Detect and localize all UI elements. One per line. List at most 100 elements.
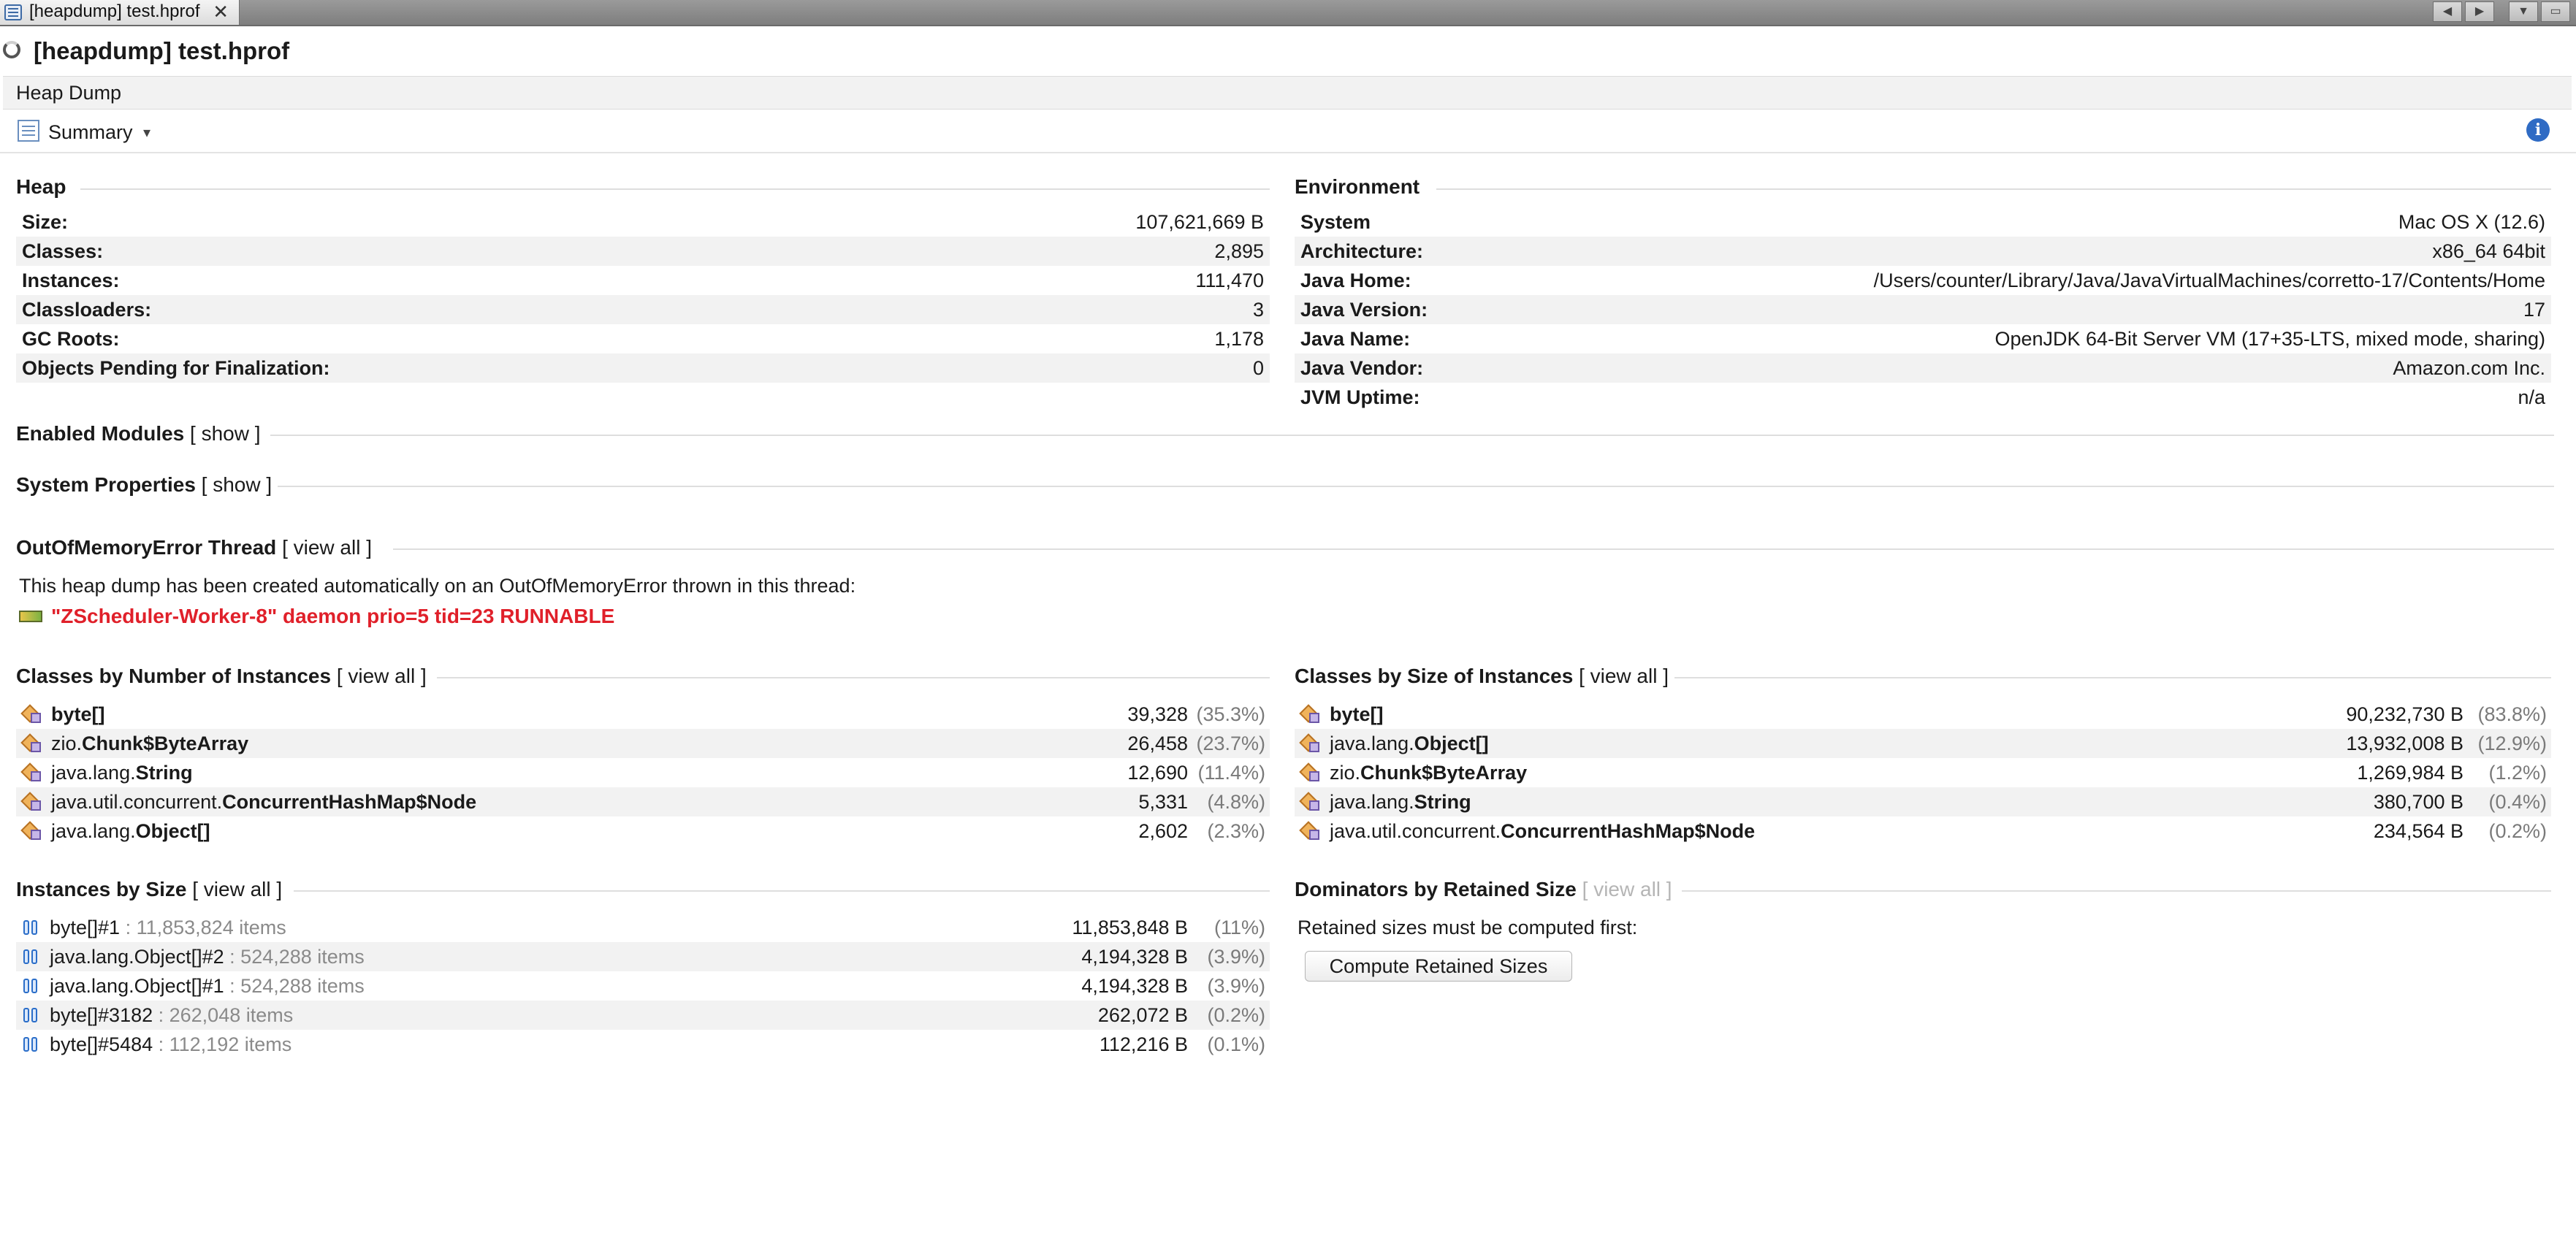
info-row: Classes: 2,895 xyxy=(16,237,1270,266)
class-row[interactable]: byte[] 90,232,730 B (83.8%) xyxy=(1295,700,2551,729)
class-name: java.lang.Object[] xyxy=(1330,729,1489,758)
compute-retained-sizes-button[interactable]: Compute Retained Sizes xyxy=(1305,951,1572,982)
view-selector[interactable]: Summary xyxy=(48,120,133,145)
instance-row[interactable]: byte[]#1 : 11,853,824 items 11,853,848 B (… xyxy=(16,913,1270,942)
info-value: 0 xyxy=(1252,357,1264,379)
class-simple-name: Chunk$ByteArray xyxy=(82,733,249,754)
view-all-instances-link[interactable]: [ view all ] xyxy=(192,878,282,900)
class-row[interactable]: java.lang.Object[] 2,602 (2.3%) xyxy=(16,816,1270,846)
class-simple-name: Chunk$ByteArray xyxy=(1360,762,1528,784)
tab-bar: [heapdump] test.hprof ✕ ◀ ▶ ▼ ▭ xyxy=(0,0,2576,26)
info-value: 2,895 xyxy=(1214,240,1264,262)
classes-by-size-title: Classes by Size of Instances [ view all … xyxy=(1295,665,1669,687)
show-modules-link[interactable]: [ show ] xyxy=(190,422,260,445)
environment-section-title: Environment xyxy=(1295,175,1420,198)
info-label: Architecture: xyxy=(1300,240,1424,262)
close-icon[interactable]: ✕ xyxy=(213,0,229,23)
info-row: System Mac OS X (12.6) xyxy=(1295,207,2551,237)
instance-size: 11,853,848 B xyxy=(1072,917,1188,938)
info-value: 3 xyxy=(1252,299,1264,321)
class-value: 39,328 xyxy=(1127,703,1188,725)
instance-items: : 11,853,824 items xyxy=(120,917,286,938)
maximize-icon[interactable]: ▭ xyxy=(2541,1,2570,22)
oom-thread-title: OutOfMemoryError Thread [ view all ] xyxy=(16,536,372,559)
view-all-classes-by-count-link[interactable]: [ view all ] xyxy=(337,665,427,687)
class-name: zio.Chunk$ByteArray xyxy=(51,729,248,758)
class-package: java.lang. xyxy=(1330,791,1414,813)
class-row[interactable]: zio.Chunk$ByteArray 1,269,984 B (1.2%) xyxy=(1295,758,2551,787)
class-percent: (0.2%) xyxy=(2488,820,2547,842)
info-label: Instances: xyxy=(22,269,120,291)
chevron-down-icon[interactable]: ▾ xyxy=(143,121,150,145)
class-simple-name: Object[] xyxy=(1414,733,1489,754)
divider xyxy=(1436,188,2551,190)
instance-percent: (3.9%) xyxy=(1207,946,1265,968)
info-label: Java Name: xyxy=(1300,328,1411,350)
show-properties-link[interactable]: [ show ] xyxy=(202,473,272,496)
instance-simple-name: byte[]#3182 xyxy=(50,1004,153,1026)
info-label: Java Vendor: xyxy=(1300,357,1424,379)
thread-icon xyxy=(19,611,42,622)
class-value: 1,269,984 B xyxy=(2357,762,2463,784)
info-value: 1,178 xyxy=(1214,328,1264,350)
info-row: Architecture: x86_64 64bit xyxy=(1295,237,2551,266)
class-name: java.lang.String xyxy=(1330,787,1471,816)
class-value: 380,700 B xyxy=(2373,791,2463,813)
instance-items: : 524,288 items xyxy=(224,975,365,997)
divider xyxy=(1682,890,2551,892)
class-percent: (35.3%) xyxy=(1196,703,1265,725)
class-percent: (12.9%) xyxy=(2477,733,2547,754)
class-package: java.util.concurrent. xyxy=(51,791,223,813)
class-row[interactable]: java.lang.String 12,690 (11.4%) xyxy=(16,758,1270,787)
class-value: 13,932,008 B xyxy=(2346,733,2463,754)
instance-row[interactable]: java.lang.Object[]#2 : 524,288 items 4,19… xyxy=(16,942,1270,971)
info-label: GC Roots: xyxy=(22,328,120,350)
instance-name: byte[]#1 : 11,853,824 items xyxy=(50,913,286,942)
class-row[interactable]: java.lang.String 380,700 B (0.4%) xyxy=(1295,787,2551,816)
class-percent: (0.4%) xyxy=(2488,791,2547,813)
instance-items: : 524,288 items xyxy=(224,946,365,968)
instance-name: byte[]#3182 : 262,048 items xyxy=(50,1001,293,1030)
scroll-right-icon[interactable]: ▶ xyxy=(2465,1,2494,22)
class-icon xyxy=(22,705,41,723)
info-row: Instances: 111,470 xyxy=(16,266,1270,295)
info-row: Java Version: 17 xyxy=(1295,295,2551,324)
view-all-dominators-link[interactable]: [ view all ] xyxy=(1582,878,1672,900)
instance-icon xyxy=(23,979,38,995)
instance-row[interactable]: java.lang.Object[]#1 : 524,288 items 4,19… xyxy=(16,971,1270,1001)
info-icon[interactable]: i xyxy=(2526,118,2550,142)
info-value: 111,470 xyxy=(1195,269,1264,291)
class-simple-name: ConcurrentHashMap$Node xyxy=(222,791,477,813)
divider xyxy=(1674,677,2551,678)
view-all-threads-link[interactable]: [ view all ] xyxy=(282,536,372,559)
info-row: Size: 107,621,669 B xyxy=(16,207,1270,237)
class-row[interactable]: zio.Chunk$ByteArray 26,458 (23.7%) xyxy=(16,729,1270,758)
divider xyxy=(294,890,1270,892)
instance-percent: (11%) xyxy=(1213,917,1265,938)
class-simple-name: Object[] xyxy=(135,820,210,842)
class-percent: (4.8%) xyxy=(1207,791,1265,813)
instance-percent: (3.9%) xyxy=(1207,975,1265,997)
class-row[interactable]: java.lang.Object[] 13,932,008 B (12.9%) xyxy=(1295,729,2551,758)
tab-list-icon[interactable]: ▼ xyxy=(2509,1,2538,22)
class-row[interactable]: java.util.concurrent.ConcurrentHashMap$N… xyxy=(16,787,1270,816)
view-all-classes-by-size-link[interactable]: [ view all ] xyxy=(1579,665,1669,687)
info-row: Java Name: OpenJDK 64-Bit Server VM (17+3… xyxy=(1295,324,2551,353)
class-row[interactable]: java.util.concurrent.ConcurrentHashMap$N… xyxy=(1295,816,2551,846)
tab-heapdump[interactable]: [heapdump] test.hprof ✕ xyxy=(0,0,240,25)
retained-sizes-note: Retained sizes must be computed first: xyxy=(1297,917,1638,938)
info-row: Java Vendor: Amazon.com Inc. xyxy=(1295,353,2551,383)
instance-row[interactable]: byte[]#5484 : 112,192 items 112,216 B (0.1… xyxy=(16,1030,1270,1059)
instance-size: 4,194,328 B xyxy=(1081,975,1188,997)
dominators-title: Dominators by Retained Size [ view all ] xyxy=(1295,878,1672,900)
scroll-left-icon[interactable]: ◀ xyxy=(2433,1,2462,22)
class-package: java.lang. xyxy=(51,762,136,784)
class-row[interactable]: byte[] 39,328 (35.3%) xyxy=(16,700,1270,729)
view-selector-bar: Summary ▾ xyxy=(0,111,2576,153)
class-icon xyxy=(22,764,41,781)
class-percent: (83.8%) xyxy=(2477,703,2547,725)
class-percent: (2.3%) xyxy=(1207,820,1265,842)
instance-row[interactable]: byte[]#3182 : 262,048 items 262,072 B (0.2… xyxy=(16,1001,1270,1030)
instance-name: java.lang.Object[]#1 : 524,288 items xyxy=(50,971,365,1001)
class-percent: (1.2%) xyxy=(2488,762,2547,784)
